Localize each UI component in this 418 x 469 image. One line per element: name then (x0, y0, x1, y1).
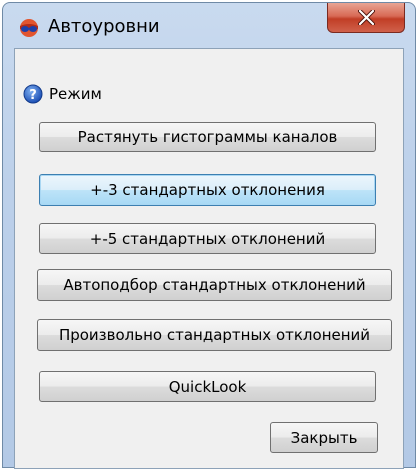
stereo-glasses-icon (20, 19, 38, 37)
dialog-content: ? Режим Растянуть гистограммы каналов +-… (14, 48, 404, 469)
mode-section: ? Режим (23, 83, 102, 105)
auto-std-button[interactable]: Автоподбор стандартных отклонений (37, 269, 392, 301)
svg-text:?: ? (29, 88, 37, 103)
custom-std-button[interactable]: Произвольно стандартных отклонений (37, 319, 392, 351)
window-close-button[interactable] (327, 3, 405, 33)
autolevels-dialog: Автоуровни ? Режим Растянуть гистограммы… (2, 2, 416, 469)
close-button[interactable]: Закрыть (270, 422, 378, 453)
window-title: Автоуровни (48, 16, 160, 37)
mode-label: Режим (49, 85, 102, 103)
quicklook-button[interactable]: QuickLook (39, 371, 376, 402)
std-5-button[interactable]: +-5 стандартных отклонений (39, 223, 376, 254)
title-bar[interactable]: Автоуровни (3, 3, 415, 47)
stretch-histograms-button[interactable]: Растянуть гистограммы каналов (39, 122, 376, 152)
std-3-button[interactable]: +-3 стандартных отклонения (39, 174, 376, 206)
close-icon (358, 10, 375, 25)
help-icon[interactable]: ? (23, 84, 43, 104)
